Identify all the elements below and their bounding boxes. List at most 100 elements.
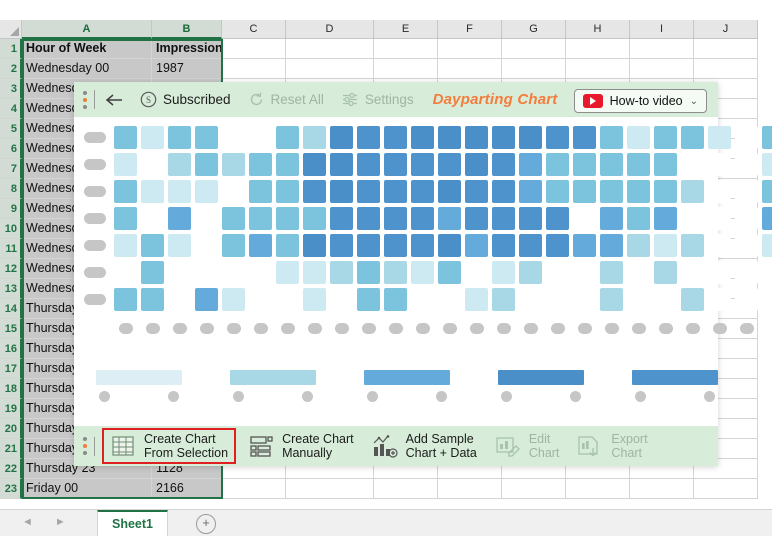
cell-C1[interactable] <box>222 39 286 59</box>
heatmap-cell[interactable] <box>546 234 569 257</box>
cell-E23[interactable] <box>374 479 438 499</box>
edit-chart-button[interactable]: Edit Chart <box>495 432 559 460</box>
heatmap-cell[interactable] <box>519 288 542 311</box>
heatmap-cell[interactable] <box>276 234 299 257</box>
heatmap-cell[interactable] <box>573 207 596 230</box>
heatmap-cell[interactable] <box>330 126 353 149</box>
heatmap-cell[interactable] <box>573 234 596 257</box>
cell-G23[interactable] <box>502 479 566 499</box>
heatmap-cell[interactable] <box>546 207 569 230</box>
heatmap-cell[interactable] <box>222 126 245 149</box>
heatmap-cell[interactable] <box>492 126 515 149</box>
heatmap-cell[interactable] <box>681 234 704 257</box>
heatmap-cell[interactable] <box>384 288 407 311</box>
heatmap-cell[interactable] <box>708 153 731 176</box>
heatmap-cell[interactable] <box>222 153 245 176</box>
heatmap-cell[interactable] <box>627 126 650 149</box>
column-header-C[interactable]: C <box>222 20 286 39</box>
row-header-19[interactable]: 19 <box>0 399 22 419</box>
heatmap-cell[interactable] <box>330 153 353 176</box>
heatmap-cell[interactable] <box>303 153 326 176</box>
heatmap-cell[interactable] <box>465 288 488 311</box>
heatmap-cell[interactable] <box>438 288 461 311</box>
heatmap-cell[interactable] <box>708 207 731 230</box>
heatmap-cell[interactable] <box>384 180 407 203</box>
heatmap-cell[interactable] <box>303 126 326 149</box>
back-button[interactable] <box>104 92 123 108</box>
heatmap-cell[interactable] <box>438 207 461 230</box>
cell-J2[interactable] <box>694 59 758 79</box>
heatmap-cell[interactable] <box>627 153 650 176</box>
heatmap-cell[interactable] <box>276 288 299 311</box>
row-header-5[interactable]: 5 <box>0 119 22 139</box>
heatmap-cell[interactable] <box>735 207 758 230</box>
cell-I2[interactable] <box>630 59 694 79</box>
heatmap-cell[interactable] <box>114 261 137 284</box>
cell-C23[interactable] <box>222 479 286 499</box>
cell-A23[interactable]: Friday 00 <box>22 479 152 499</box>
heatmap-cell[interactable] <box>114 126 137 149</box>
heatmap-cell[interactable] <box>195 234 218 257</box>
table-row[interactable]: Wednesday 00 1987 <box>22 59 772 79</box>
cell-G2[interactable] <box>502 59 566 79</box>
cell-F1[interactable] <box>438 39 502 59</box>
row-header-12[interactable]: 12 <box>0 259 22 279</box>
heatmap-cell[interactable] <box>681 180 704 203</box>
cell-G1[interactable] <box>502 39 566 59</box>
add-sample-chart-button[interactable]: Add Sample Chart + Data <box>372 432 477 460</box>
row-header-6[interactable]: 6 <box>0 139 22 159</box>
heatmap-cell[interactable] <box>141 207 164 230</box>
heatmap-cell[interactable] <box>195 261 218 284</box>
heatmap-cell[interactable] <box>654 207 677 230</box>
row-header-8[interactable]: 8 <box>0 179 22 199</box>
heatmap-cell[interactable] <box>546 288 569 311</box>
kebab-menu-icon[interactable] <box>81 90 93 109</box>
row-header-22[interactable]: 22 <box>0 459 22 479</box>
heatmap-cell[interactable] <box>762 126 772 149</box>
heatmap-cell[interactable] <box>303 207 326 230</box>
heatmap-cell[interactable] <box>195 288 218 311</box>
heatmap-cell[interactable] <box>249 288 272 311</box>
heatmap-cell[interactable] <box>735 126 758 149</box>
column-header-I[interactable]: I <box>630 20 694 39</box>
column-header-H[interactable]: H <box>566 20 630 39</box>
heatmap-cell[interactable] <box>330 288 353 311</box>
heatmap-cell[interactable] <box>519 207 542 230</box>
heatmap-cell[interactable] <box>222 180 245 203</box>
heatmap-cell[interactable] <box>222 261 245 284</box>
cell-A2[interactable]: Wednesday 00 <box>22 59 152 79</box>
heatmap-cell[interactable] <box>114 207 137 230</box>
heatmap-cell[interactable] <box>735 288 758 311</box>
prev-sheet-icon[interactable]: ◄ <box>22 516 33 528</box>
row-header-9[interactable]: 9 <box>0 199 22 219</box>
heatmap-cell[interactable] <box>411 207 434 230</box>
heatmap-cell[interactable] <box>438 180 461 203</box>
heatmap-cell[interactable] <box>762 288 772 311</box>
heatmap-cell[interactable] <box>330 261 353 284</box>
heatmap-cell[interactable] <box>492 207 515 230</box>
heatmap-cell[interactable] <box>384 153 407 176</box>
heatmap-cell[interactable] <box>195 207 218 230</box>
heatmap-cell[interactable] <box>654 234 677 257</box>
heatmap-cell[interactable] <box>546 180 569 203</box>
heatmap-cell[interactable] <box>573 261 596 284</box>
create-chart-from-selection-button[interactable]: Create Chart From Selection <box>102 428 237 464</box>
heatmap-cell[interactable] <box>735 180 758 203</box>
heatmap-cell[interactable] <box>654 153 677 176</box>
heatmap-cell[interactable] <box>600 234 623 257</box>
heatmap-cell[interactable] <box>222 234 245 257</box>
heatmap-cell[interactable] <box>357 261 380 284</box>
heatmap-cell[interactable] <box>762 180 772 203</box>
heatmap-cell[interactable] <box>195 180 218 203</box>
heatmap-cell[interactable] <box>411 234 434 257</box>
heatmap-cell[interactable] <box>357 153 380 176</box>
heatmap-cell[interactable] <box>546 261 569 284</box>
sheet-nav-arrows[interactable]: ◄ ► <box>22 516 66 528</box>
heatmap-cell[interactable] <box>465 153 488 176</box>
heatmap-cell[interactable] <box>276 261 299 284</box>
heatmap-cell[interactable] <box>492 261 515 284</box>
heatmap-cell[interactable] <box>519 234 542 257</box>
heatmap-cell[interactable] <box>708 288 731 311</box>
heatmap-cell[interactable] <box>600 261 623 284</box>
row-header-1[interactable]: 1 <box>0 39 22 59</box>
